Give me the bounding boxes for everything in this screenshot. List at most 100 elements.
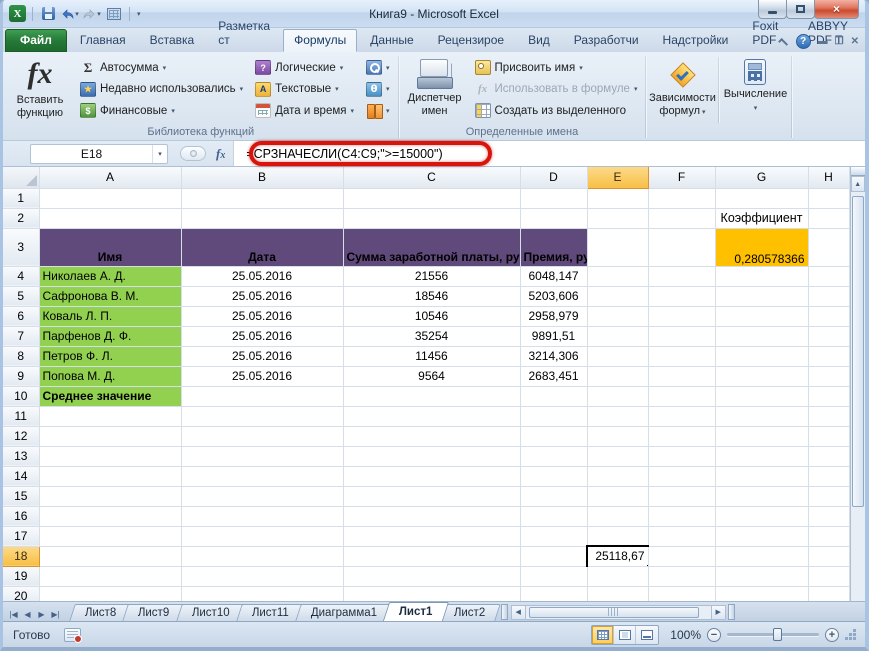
cell-F18[interactable] <box>648 546 715 566</box>
financial-button[interactable]: $Финансовые▾ <box>77 100 246 121</box>
macro-record-icon[interactable] <box>64 628 81 642</box>
cell-F13[interactable] <box>648 446 715 466</box>
math-trig-button[interactable]: θ▾ <box>363 79 393 100</box>
cell-G1[interactable] <box>715 188 808 208</box>
cell-B20[interactable] <box>181 586 343 601</box>
cell-D2[interactable] <box>520 208 587 228</box>
cell-A1[interactable] <box>39 188 181 208</box>
cell-E5[interactable] <box>587 286 648 306</box>
cell-D4[interactable]: 6048,147 <box>520 266 587 286</box>
tab-view[interactable]: Вид <box>517 29 561 52</box>
cell-F1[interactable] <box>648 188 715 208</box>
cell-H13[interactable] <box>808 446 849 466</box>
cell-A10[interactable]: Среднее значение <box>39 386 181 406</box>
cell-G15[interactable] <box>715 486 808 506</box>
cell-F6[interactable] <box>648 306 715 326</box>
cell-A16[interactable] <box>39 506 181 526</box>
cell-H12[interactable] <box>808 426 849 446</box>
cell-E14[interactable] <box>587 466 648 486</box>
cell-H3[interactable] <box>808 228 849 266</box>
cell-B8[interactable]: 25.05.2016 <box>181 346 343 366</box>
name-box-dropdown-icon[interactable]: ▾ <box>152 145 167 163</box>
cell-F4[interactable] <box>648 266 715 286</box>
cell-F12[interactable] <box>648 426 715 446</box>
cell-E19[interactable] <box>587 566 648 586</box>
cell-H5[interactable] <box>808 286 849 306</box>
tab-home[interactable]: Главная <box>69 29 137 52</box>
cell-B15[interactable] <box>181 486 343 506</box>
row-header-1[interactable]: 1 <box>3 188 39 208</box>
column-header-H[interactable]: H <box>808 167 849 188</box>
cell-B4[interactable]: 25.05.2016 <box>181 266 343 286</box>
logical-button[interactable]: ?Логические▾ <box>252 57 357 78</box>
row-header-17[interactable]: 17 <box>3 526 39 546</box>
cell-F9[interactable] <box>648 366 715 386</box>
cell-A18[interactable] <box>39 546 181 566</box>
cell-E12[interactable] <box>587 426 648 446</box>
cell-B19[interactable] <box>181 566 343 586</box>
sheet-tab-list10[interactable]: Лист10 <box>176 604 245 621</box>
cell-C19[interactable] <box>343 566 520 586</box>
column-header-F[interactable]: F <box>648 167 715 188</box>
cell-C2[interactable] <box>343 208 520 228</box>
cell-B18[interactable] <box>181 546 343 566</box>
tab-data[interactable]: Данные <box>359 29 424 52</box>
cell-E4[interactable] <box>587 266 648 286</box>
row-header-14[interactable]: 14 <box>3 466 39 486</box>
cell-C18[interactable] <box>343 546 520 566</box>
resize-grip[interactable] <box>845 629 857 641</box>
column-header-D[interactable]: D <box>520 167 587 188</box>
cell-H7[interactable] <box>808 326 849 346</box>
cell-H4[interactable] <box>808 266 849 286</box>
cell-C13[interactable] <box>343 446 520 466</box>
cell-C10[interactable] <box>343 386 520 406</box>
scroll-left-icon[interactable]: ◀ <box>511 605 526 620</box>
text-button[interactable]: AТекстовые▾ <box>252 79 357 100</box>
cell-D13[interactable] <box>520 446 587 466</box>
cell-F10[interactable] <box>648 386 715 406</box>
date-time-button[interactable]: Дата и время▾ <box>252 100 357 121</box>
cell-A3[interactable]: Имя <box>39 228 181 266</box>
cell-H18[interactable] <box>808 546 849 566</box>
cell-C1[interactable] <box>343 188 520 208</box>
recently-used-button[interactable]: ★Недавно использовались▾ <box>77 79 246 100</box>
collapse-ribbon-icon[interactable] <box>778 38 788 48</box>
cell-F8[interactable] <box>648 346 715 366</box>
cell-A9[interactable]: Попова М. Д. <box>39 366 181 386</box>
cell-H8[interactable] <box>808 346 849 366</box>
workbook-close-icon[interactable]: ✕ <box>851 37 859 47</box>
cell-A11[interactable] <box>39 406 181 426</box>
cell-F3[interactable] <box>648 228 715 266</box>
cell-G9[interactable] <box>715 366 808 386</box>
cell-C8[interactable]: 11456 <box>343 346 520 366</box>
row-header-6[interactable]: 6 <box>3 306 39 326</box>
cell-F20[interactable] <box>648 586 715 601</box>
zoom-slider-thumb[interactable] <box>773 628 782 641</box>
cell-G17[interactable] <box>715 526 808 546</box>
cell-G6[interactable] <box>715 306 808 326</box>
column-header-B[interactable]: B <box>181 167 343 188</box>
zoom-slider-track[interactable] <box>727 633 819 636</box>
sheet-tab-diagramma1[interactable]: Диаграмма1 <box>295 604 393 621</box>
cell-B1[interactable] <box>181 188 343 208</box>
cell-B2[interactable] <box>181 208 343 228</box>
cell-C17[interactable] <box>343 526 520 546</box>
sheet-tab-list1[interactable]: Лист1 <box>383 602 449 621</box>
tab-insert[interactable]: Вставка <box>139 29 206 52</box>
row-header-11[interactable]: 11 <box>3 406 39 426</box>
cell-B5[interactable]: 25.05.2016 <box>181 286 343 306</box>
normal-view-button[interactable] <box>592 626 614 644</box>
tab-review[interactable]: Рецензирое <box>427 29 515 52</box>
cell-A4[interactable]: Николаев А. Д. <box>39 266 181 286</box>
cell-G8[interactable] <box>715 346 808 366</box>
horizontal-scroll-thumb[interactable] <box>529 607 699 618</box>
cell-B9[interactable]: 25.05.2016 <box>181 366 343 386</box>
cell-F15[interactable] <box>648 486 715 506</box>
cell-G12[interactable] <box>715 426 808 446</box>
cell-B17[interactable] <box>181 526 343 546</box>
cell-H14[interactable] <box>808 466 849 486</box>
create-from-selection-button[interactable]: Создать из выделенного <box>472 100 641 121</box>
cell-G7[interactable] <box>715 326 808 346</box>
cell-D12[interactable] <box>520 426 587 446</box>
cell-A2[interactable] <box>39 208 181 228</box>
